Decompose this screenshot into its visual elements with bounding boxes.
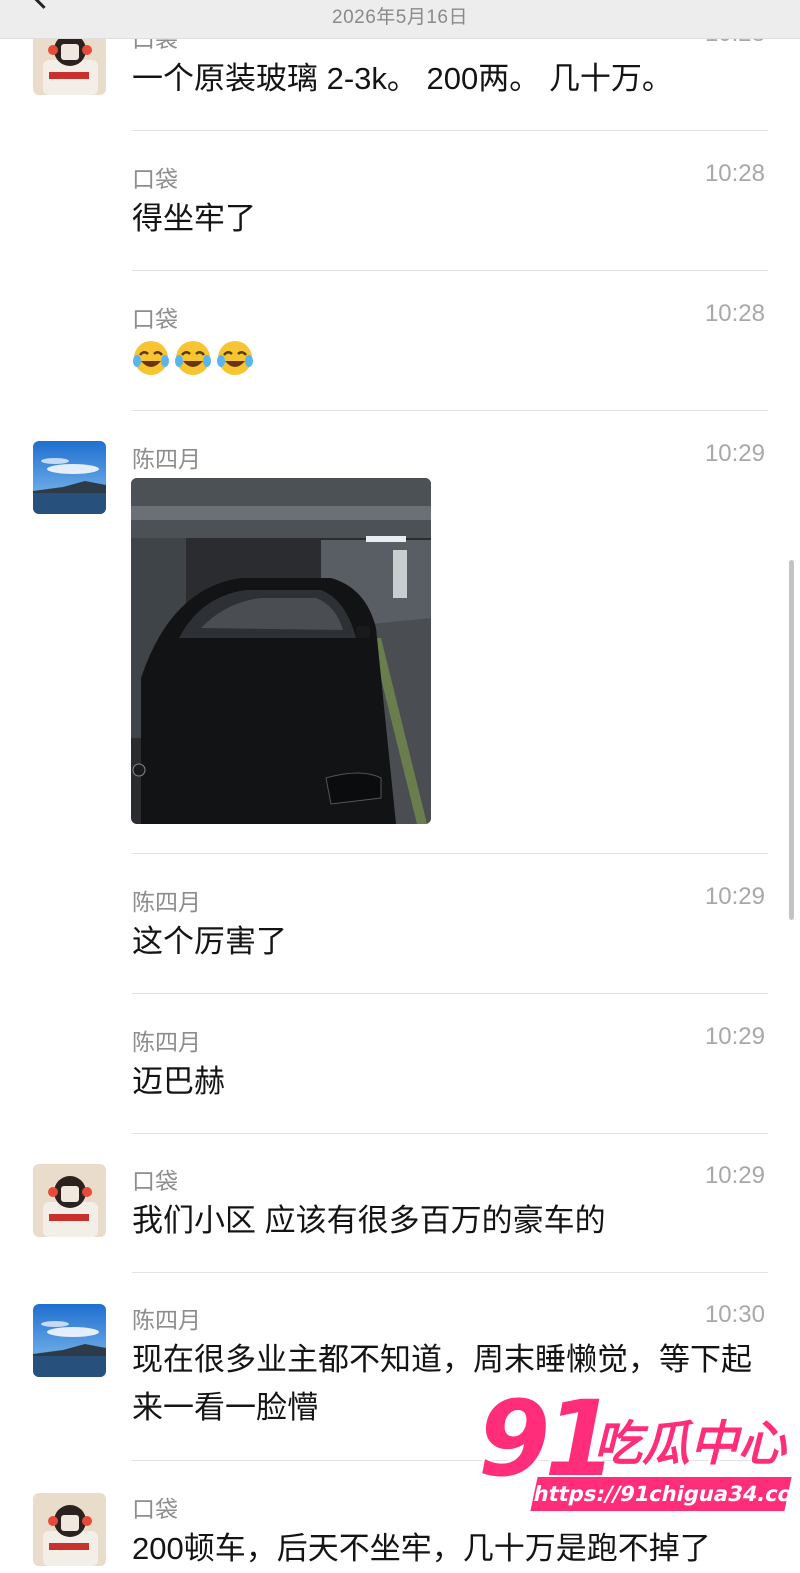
sender-name: 口袋	[132, 1168, 178, 1194]
watermark-brand: 吃瓜中心	[594, 1416, 787, 1472]
divider	[132, 993, 768, 994]
message-time: 10:29	[704, 1162, 765, 1189]
watermark-logo: 91 吃瓜中心 https://91chigua34.com	[478, 1378, 800, 1522]
divider	[132, 130, 768, 131]
sender-name: 口袋	[132, 166, 178, 192]
date-header: 2026年5月16日	[332, 7, 468, 28]
message-text: 迈巴赫	[132, 1064, 225, 1099]
sender-name: 口袋	[132, 1496, 178, 1522]
scrollbar[interactable]	[789, 560, 794, 920]
message-time: 10:28	[704, 160, 765, 187]
message-time: 10:29	[704, 440, 765, 467]
avatar[interactable]	[33, 1493, 106, 1566]
avatar[interactable]	[33, 441, 106, 514]
message-text: 一个原装玻璃 2-3k。 200两。 几十万。	[132, 61, 673, 96]
message-time: 10:29	[704, 1023, 765, 1050]
message-text: 这个厉害了	[132, 924, 287, 959]
avatar[interactable]	[33, 1164, 106, 1237]
divider	[132, 410, 768, 411]
divider	[132, 270, 768, 271]
crying-laughing-face-icon	[217, 341, 253, 375]
message-text: 我们小区 应该有很多百万的豪车的	[132, 1203, 606, 1238]
sender-name: 口袋	[132, 306, 178, 332]
sender-name: 陈四月	[132, 889, 201, 915]
message-text: 200顿车，后天不坐牢，几十万是跑不掉了	[132, 1531, 711, 1566]
sender-name: 陈四月	[132, 1307, 201, 1333]
message-time: 10:30	[704, 1301, 765, 1328]
watermark-url: https://91chigua34.com	[530, 1477, 800, 1511]
divider	[132, 1272, 768, 1273]
car-photo[interactable]	[131, 478, 431, 824]
emoji-row	[132, 339, 254, 377]
sender-name: 陈四月	[132, 446, 201, 472]
avatar[interactable]	[33, 1304, 106, 1377]
crying-laughing-face-icon	[175, 341, 211, 375]
message-time: 10:29	[704, 883, 765, 910]
top-bar: 2026年5月16日	[0, 0, 800, 39]
sender-name: 陈四月	[132, 1029, 201, 1055]
message-text: 得坐牢了	[132, 201, 256, 236]
divider	[132, 853, 768, 854]
message-time: 10:28	[704, 300, 765, 327]
divider	[132, 1133, 768, 1134]
crying-laughing-face-icon	[133, 341, 169, 375]
